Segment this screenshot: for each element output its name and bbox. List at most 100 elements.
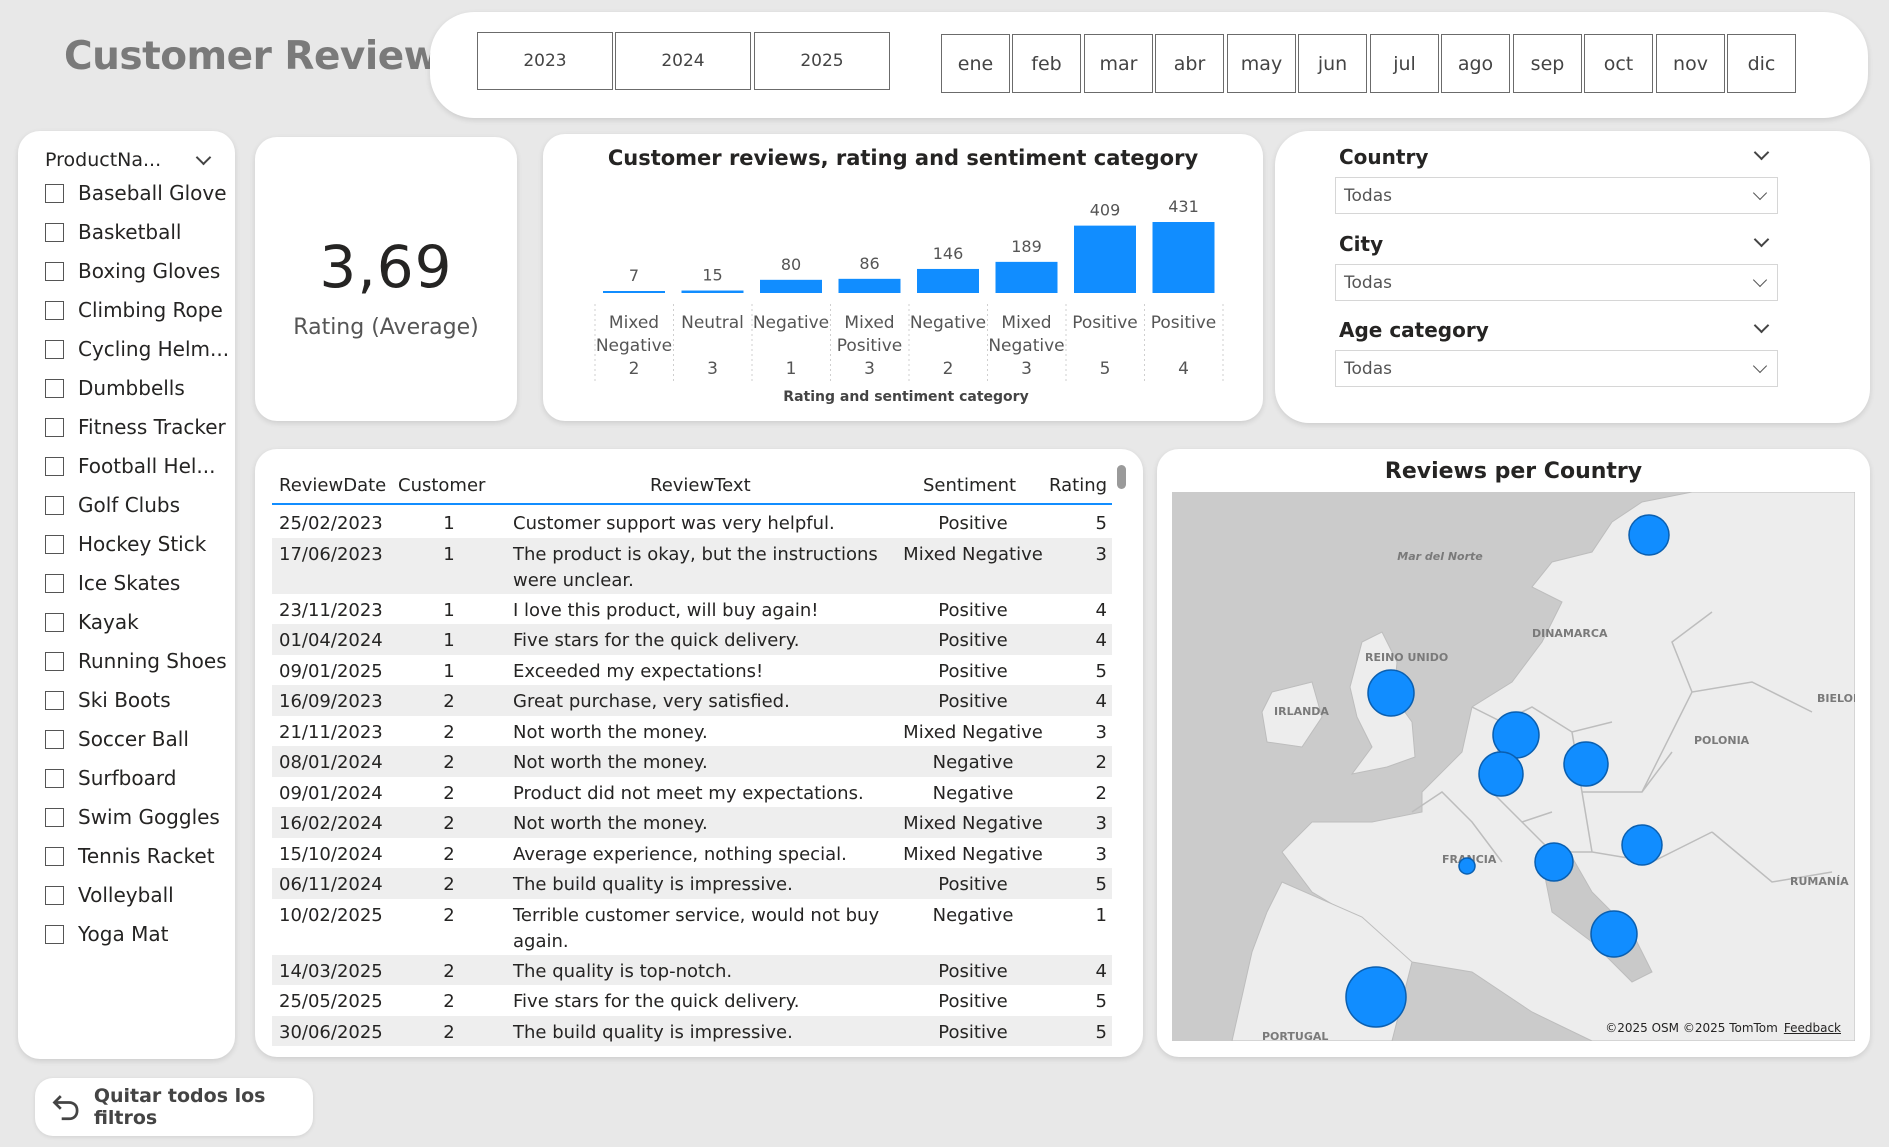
month-button-ene[interactable]: ene	[941, 34, 1010, 93]
year-button-2024[interactable]: 2024	[615, 32, 751, 90]
chevron-down-icon[interactable]	[195, 149, 212, 165]
month-button-oct[interactable]: oct	[1584, 34, 1653, 93]
map-bubble[interactable]	[1458, 857, 1476, 875]
checkbox[interactable]	[45, 729, 64, 749]
product-item[interactable]: Golf Clubs	[45, 490, 180, 520]
product-item[interactable]: Baseball Glove	[45, 178, 227, 208]
chart-bar[interactable]	[681, 290, 744, 293]
column-header-rating[interactable]: Rating	[1049, 467, 1107, 503]
map-bubble[interactable]	[1345, 966, 1407, 1028]
checkbox[interactable]	[45, 417, 64, 437]
table-row[interactable]: 06/11/2024 2 The build quality is impressi…	[272, 868, 1112, 899]
table-row[interactable]: 23/11/2023 1 I love this product, will buy…	[272, 594, 1112, 625]
month-button-jun[interactable]: jun	[1298, 34, 1367, 93]
table-row[interactable]: 01/04/2024 1 Five stars for the quick deli…	[272, 624, 1112, 655]
month-button-jul[interactable]: jul	[1370, 34, 1439, 93]
chart-bar[interactable]	[760, 279, 822, 293]
table-row[interactable]: 08/01/2024 2 Not worth the money. Negative 2	[272, 746, 1112, 777]
checkbox[interactable]	[45, 339, 64, 359]
product-item[interactable]: Basketball	[45, 217, 181, 247]
month-button-ago[interactable]: ago	[1441, 34, 1510, 93]
product-item[interactable]: Ice Skates	[45, 568, 180, 598]
checkbox[interactable]	[45, 612, 64, 632]
table-row[interactable]: 30/06/2025 2 The build quality is impressi…	[272, 1015, 1112, 1046]
checkbox[interactable]	[45, 924, 64, 944]
checkbox[interactable]	[45, 183, 64, 203]
chart-bar[interactable]	[917, 268, 979, 293]
product-item[interactable]: Surfboard	[45, 763, 176, 793]
map-bubble[interactable]	[1628, 514, 1670, 556]
map-bubble[interactable]	[1492, 711, 1540, 759]
product-item[interactable]: Football Hel...	[45, 451, 216, 481]
checkbox[interactable]	[45, 690, 64, 710]
map-bubble[interactable]	[1590, 910, 1638, 958]
map[interactable]: Mar del Norte DINAMARCA REINO UNIDO IRLA…	[1172, 492, 1855, 1041]
map-bubble[interactable]	[1621, 824, 1663, 866]
age-dropdown[interactable]: Todas	[1335, 350, 1778, 387]
product-item[interactable]: Boxing Gloves	[45, 256, 220, 286]
table-row[interactable]: 17/06/2023 1 The product is okay, but the …	[272, 537, 1112, 594]
map-feedback-link[interactable]: Feedback	[1784, 1021, 1841, 1035]
chart-bar[interactable]	[603, 291, 665, 293]
column-header-reviewdate[interactable]: ReviewDate	[279, 467, 386, 503]
table-row[interactable]: 16/09/2023 2 Great purchase, very satisfie…	[272, 685, 1112, 716]
table-row[interactable]: 25/02/2023 1 Customer support was very hel…	[272, 507, 1112, 538]
table-row[interactable]: 15/10/2024 2 Average experience, nothing s…	[272, 838, 1112, 869]
map-bubble[interactable]	[1563, 741, 1609, 787]
product-item[interactable]: Swim Goggles	[45, 802, 220, 832]
product-item[interactable]: Soccer Ball	[45, 724, 189, 754]
chart-bar[interactable]	[1152, 222, 1215, 293]
checkbox[interactable]	[45, 495, 64, 515]
month-button-mar[interactable]: mar	[1084, 34, 1153, 93]
checkbox[interactable]	[45, 768, 64, 788]
column-header-customer[interactable]: Customer	[398, 467, 485, 503]
checkbox[interactable]	[45, 261, 64, 281]
product-slicer-header[interactable]: ProductNa...	[45, 145, 215, 175]
checkbox[interactable]	[45, 807, 64, 827]
chevron-down-icon[interactable]	[1753, 317, 1770, 334]
chart-bar[interactable]	[995, 261, 1058, 293]
checkbox[interactable]	[45, 846, 64, 866]
table-row[interactable]: 14/03/2025 2 The quality is top-notch. Posi…	[272, 954, 1112, 985]
product-item[interactable]: Ski Boots	[45, 685, 171, 715]
product-item[interactable]: Running Shoes	[45, 646, 227, 676]
month-button-nov[interactable]: nov	[1656, 34, 1725, 93]
month-button-abr[interactable]: abr	[1155, 34, 1224, 93]
checkbox[interactable]	[45, 651, 64, 671]
checkbox[interactable]	[45, 456, 64, 476]
checkbox[interactable]	[45, 885, 64, 905]
map-bubble[interactable]	[1534, 842, 1574, 882]
map-bubble[interactable]	[1367, 669, 1415, 717]
product-item[interactable]: Kayak	[45, 607, 139, 637]
year-button-2023[interactable]: 2023	[477, 32, 613, 90]
product-item[interactable]: Climbing Rope	[45, 295, 223, 325]
table-row[interactable]: 16/02/2024 2 Not worth the money. Mixed Neg…	[272, 807, 1112, 838]
table-row[interactable]: 21/11/2023 2 Not worth the money. Mixed Neg…	[272, 716, 1112, 747]
clear-all-filters-button[interactable]: Quitar todos los filtros	[35, 1078, 313, 1136]
product-item[interactable]: Dumbbells	[45, 373, 185, 403]
column-header-sentiment[interactable]: Sentiment	[923, 467, 1016, 503]
product-item[interactable]: Yoga Mat	[45, 919, 168, 949]
product-item[interactable]: Cycling Helm...	[45, 334, 229, 364]
city-dropdown[interactable]: Todas	[1335, 264, 1778, 301]
product-item[interactable]: Tennis Racket	[45, 841, 215, 871]
year-button-2025[interactable]: 2025	[754, 32, 890, 90]
chevron-down-icon[interactable]	[1753, 144, 1770, 161]
chart-bar[interactable]	[1074, 225, 1136, 293]
column-header-reviewtext[interactable]: ReviewText	[650, 467, 751, 503]
map-bubble[interactable]	[1478, 751, 1524, 797]
checkbox[interactable]	[45, 378, 64, 398]
table-scrollbar[interactable]	[1117, 465, 1126, 489]
month-button-feb[interactable]: feb	[1012, 34, 1081, 93]
chart-bar[interactable]	[838, 278, 901, 293]
month-button-dic[interactable]: dic	[1727, 34, 1796, 93]
product-item[interactable]: Volleyball	[45, 880, 174, 910]
month-button-sep[interactable]: sep	[1513, 34, 1582, 93]
month-button-may[interactable]: may	[1227, 34, 1296, 93]
country-dropdown[interactable]: Todas	[1335, 177, 1778, 214]
checkbox[interactable]	[45, 573, 64, 593]
checkbox[interactable]	[45, 534, 64, 554]
table-row[interactable]: 10/02/2025 2 Terrible customer service, wo…	[272, 899, 1112, 955]
chevron-down-icon[interactable]	[1753, 231, 1770, 248]
product-item[interactable]: Hockey Stick	[45, 529, 206, 559]
